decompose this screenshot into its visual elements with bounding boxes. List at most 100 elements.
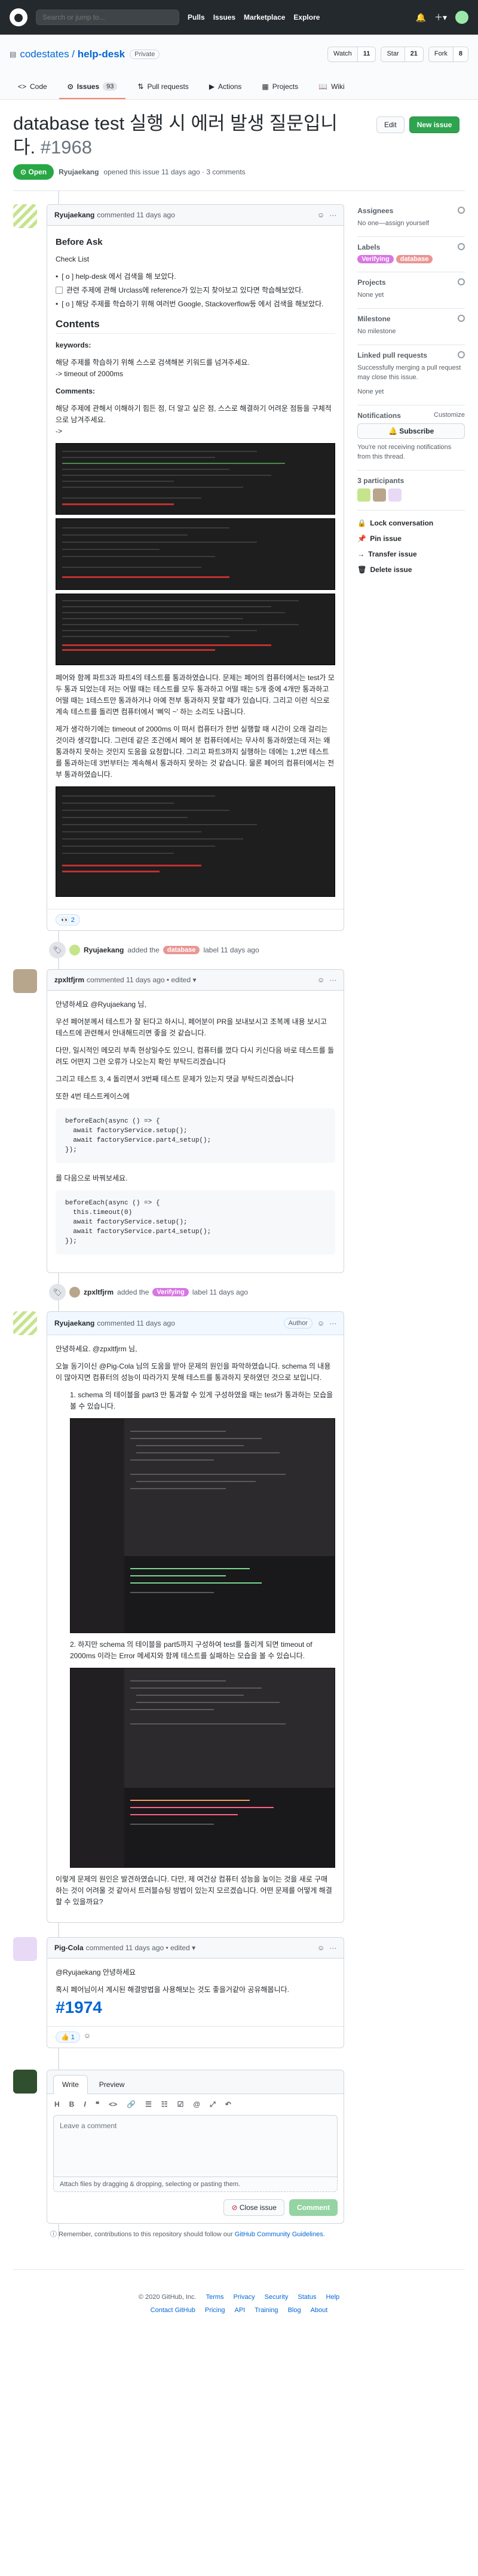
sidebar-heading[interactable]: Assignees (357, 207, 393, 215)
kebab-icon[interactable]: ··· (329, 1319, 336, 1327)
transfer-issue-link[interactable]: → Transfer issue (357, 546, 465, 562)
attach-files-zone[interactable]: Attach files by dragging & dropping, sel… (53, 2177, 338, 2192)
checkbox[interactable] (56, 287, 63, 294)
gear-icon[interactable] (458, 207, 465, 214)
fork-button[interactable]: Fork 8 (428, 47, 468, 62)
terminal-screenshot[interactable] (56, 594, 336, 665)
terminal-screenshot[interactable] (56, 443, 336, 515)
github-logo-icon[interactable] (10, 8, 27, 26)
reply-icon[interactable]: ↶ (225, 2100, 231, 2109)
italic-icon[interactable]: I (84, 2100, 85, 2109)
code-icon[interactable]: <> (109, 2100, 117, 2109)
sidebar-heading[interactable]: Labels (357, 243, 380, 251)
delete-issue-link[interactable]: 🗑 Delete issue (357, 562, 465, 577)
label-badge[interactable]: Verifying (152, 1288, 189, 1296)
tab-projects[interactable]: ▦ Projects (253, 75, 307, 99)
watch-button[interactable]: Watch 11 (327, 47, 376, 62)
gear-icon[interactable] (458, 278, 465, 285)
editor-screenshot[interactable] (70, 1418, 336, 1633)
smiley-icon[interactable]: ☺ (317, 976, 324, 984)
star-button[interactable]: Star 21 (381, 47, 424, 62)
reaction-eyes[interactable]: 👀 2 (56, 914, 80, 926)
guidelines-link[interactable]: GitHub Community Guidelines (235, 2231, 323, 2238)
reaction-thumbs-up[interactable]: 👍 1 (56, 2031, 80, 2043)
subscribe-button[interactable]: 🔔 Subscribe (357, 423, 465, 439)
issue-author[interactable]: Ryujaekang (59, 168, 99, 176)
search-input[interactable] (36, 10, 179, 25)
issue-reference-link[interactable]: #1974 (56, 1999, 335, 2016)
footer-link[interactable]: Pricing (205, 2307, 225, 2314)
gear-icon[interactable] (458, 315, 465, 322)
repo-owner-link[interactable]: codestates (20, 48, 69, 60)
avatar[interactable] (13, 1937, 37, 1961)
bullet-list-icon[interactable]: ☰ (145, 2100, 152, 2109)
kebab-icon[interactable]: ··· (329, 211, 336, 219)
comment-author[interactable]: Ryujaekang (54, 211, 94, 219)
footer-link[interactable]: Privacy (234, 2294, 255, 2301)
gear-icon[interactable] (458, 351, 465, 358)
smiley-icon[interactable]: ☺ (317, 211, 324, 219)
smiley-icon[interactable]: ☺ (84, 2031, 91, 2043)
smiley-icon[interactable]: ☺ (317, 1319, 324, 1327)
lock-conversation-link[interactable]: 🔒 Lock conversation (357, 515, 465, 531)
avatar[interactable] (455, 11, 468, 24)
edit-button[interactable]: Edit (376, 116, 405, 133)
nav-explore[interactable]: Explore (293, 13, 320, 21)
mention-icon[interactable]: @ (193, 2100, 200, 2109)
smiley-icon[interactable]: ☺ (317, 1944, 324, 1952)
footer-link[interactable]: Contact GitHub (151, 2307, 195, 2314)
footer-link[interactable]: About (311, 2307, 328, 2314)
sidebar-heading[interactable]: Linked pull requests (357, 351, 427, 359)
avatar[interactable] (13, 1311, 37, 1335)
editor-screenshot[interactable] (70, 1668, 336, 1868)
nav-pulls[interactable]: Pulls (188, 13, 205, 21)
comment-author[interactable]: Pig-Cola (54, 1944, 84, 1952)
avatar[interactable] (357, 488, 371, 502)
close-issue-button[interactable]: ⊘ Close issue (223, 2199, 284, 2216)
new-issue-button[interactable]: New issue (409, 116, 460, 133)
kebab-icon[interactable]: ··· (329, 976, 336, 984)
comment-button[interactable]: Comment (289, 2199, 338, 2216)
numbered-list-icon[interactable]: ☷ (161, 2100, 168, 2109)
cross-reference-icon[interactable]: ⤢ (210, 2100, 216, 2109)
gear-icon[interactable] (458, 243, 465, 250)
label-badge[interactable]: Verifying (357, 255, 394, 263)
sidebar-heading[interactable]: Projects (357, 278, 385, 287)
quote-icon[interactable]: ❝ (96, 2100, 99, 2109)
terminal-screenshot[interactable] (56, 518, 336, 590)
heading-icon[interactable]: H (54, 2100, 60, 2109)
comment-author[interactable]: zpxltfjrm (54, 976, 84, 984)
avatar[interactable] (388, 488, 402, 502)
nav-marketplace[interactable]: Marketplace (244, 13, 285, 21)
label-badge[interactable]: database (163, 946, 200, 954)
label-badge[interactable]: database (396, 255, 433, 263)
repo-name-link[interactable]: help-desk (78, 48, 125, 60)
comment-textarea[interactable]: Leave a comment (53, 2115, 338, 2177)
pin-issue-link[interactable]: 📌 Pin issue (357, 531, 465, 546)
footer-link[interactable]: API (234, 2307, 245, 2314)
footer-link[interactable]: Blog (288, 2307, 301, 2314)
avatar[interactable] (69, 1287, 80, 1298)
link-icon[interactable]: 🔗 (127, 2100, 136, 2109)
bell-icon[interactable]: 🔔 (416, 13, 426, 23)
bold-icon[interactable]: B (69, 2100, 75, 2109)
avatar[interactable] (13, 204, 37, 228)
sidebar-heading[interactable]: Milestone (357, 315, 390, 323)
tab-wiki[interactable]: 📖 Wiki (310, 75, 353, 99)
footer-link[interactable]: Security (265, 2294, 289, 2301)
tab-preview[interactable]: Preview (90, 2075, 134, 2094)
comment-author[interactable]: Ryujaekang (54, 1319, 94, 1327)
task-list-icon[interactable]: ☑ (177, 2100, 184, 2109)
event-actor[interactable]: zpxltfjrm (84, 1288, 114, 1296)
tab-actions[interactable]: ▶ Actions (201, 75, 250, 99)
edited-dropdown[interactable]: • edited ▾ (166, 1944, 196, 1952)
nav-issues[interactable]: Issues (213, 13, 235, 21)
avatar[interactable] (13, 2070, 37, 2094)
avatar[interactable] (13, 969, 37, 993)
footer-link[interactable]: Terms (206, 2294, 224, 2301)
footer-link[interactable]: Training (255, 2307, 278, 2314)
footer-link[interactable]: Help (326, 2294, 340, 2301)
tab-pull-requests[interactable]: ⇅ Pull requests (129, 75, 197, 99)
tab-code[interactable]: <> Code (10, 75, 56, 99)
avatar[interactable] (69, 945, 80, 955)
